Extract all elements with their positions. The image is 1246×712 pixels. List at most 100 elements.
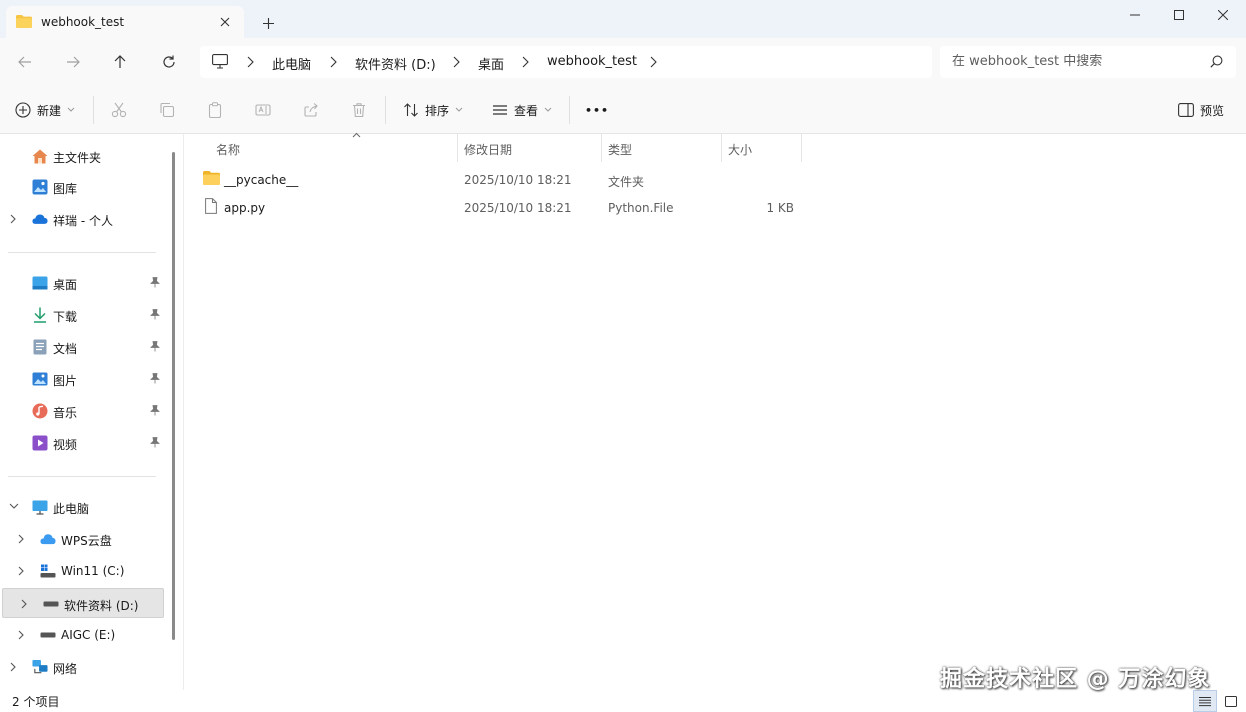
chevron-right-icon[interactable]: [245, 56, 255, 68]
toolbar-divider: [93, 96, 94, 124]
sidebar-item-network[interactable]: 网络: [0, 652, 170, 682]
sidebar-item-drive-e[interactable]: AIGC (E:): [0, 620, 170, 650]
sidebar-item-drive-c[interactable]: Win11 (C:): [0, 556, 170, 586]
sidebar-item-documents[interactable]: 文档: [0, 332, 170, 362]
new-button[interactable]: 新建: [15, 98, 75, 122]
pin-icon[interactable]: [150, 373, 160, 384]
pin-icon[interactable]: [150, 309, 160, 320]
forward-button[interactable]: [61, 51, 85, 73]
new-tab-button[interactable]: [258, 13, 278, 33]
item-count: 2 个项目: [12, 695, 60, 709]
address-bar[interactable]: 此电脑 软件资料 (D:) 桌面 webhook_test: [200, 46, 932, 78]
up-button[interactable]: [108, 51, 132, 73]
toolbar-divider: [385, 96, 386, 124]
chevron-right-icon[interactable]: [328, 56, 338, 68]
sidebar-item-videos[interactable]: 视频: [0, 428, 170, 458]
view-button[interactable]: 查看: [492, 98, 552, 122]
file-row[interactable]: __pycache__ 2025/10/10 18:21 文件夹: [195, 166, 805, 194]
tab-webhook-test[interactable]: webhook_test: [6, 6, 244, 38]
paste-button[interactable]: [207, 98, 223, 122]
column-header-label: 类型: [608, 143, 633, 157]
refresh-button[interactable]: [157, 51, 181, 73]
close-window-button[interactable]: [1200, 0, 1246, 30]
chevron-right-icon[interactable]: [451, 56, 461, 68]
sidebar-scrollbar[interactable]: [172, 152, 175, 640]
music-icon: [32, 403, 48, 419]
chevron-right-icon[interactable]: [21, 599, 28, 609]
arrow-right-icon: [67, 56, 80, 68]
gallery-icon: [32, 179, 48, 195]
sidebar-item-label: 祥瑞 - 个人: [53, 214, 113, 228]
breadcrumb-webhook-test[interactable]: webhook_test: [547, 54, 637, 69]
maximize-button[interactable]: [1156, 0, 1202, 30]
share-button[interactable]: [303, 98, 319, 122]
view-list-icon: [493, 105, 507, 115]
chevron-down-icon: [455, 107, 463, 112]
tiles-view-button[interactable]: [1219, 690, 1243, 712]
breadcrumb-drive-d[interactable]: 软件资料 (D:): [355, 54, 436, 73]
watermark: 掘金技术社区 @ 万涂幻象: [940, 667, 1211, 692]
copy-button[interactable]: [159, 98, 175, 122]
sort-button[interactable]: 排序: [403, 98, 463, 122]
back-button[interactable]: [13, 51, 37, 73]
share-icon: [304, 103, 318, 117]
sidebar-item-pictures[interactable]: 图片: [0, 364, 170, 394]
breadcrumb-desktop[interactable]: 桌面: [478, 54, 504, 73]
sidebar-item-wps-cloud[interactable]: WPS云盘: [0, 524, 170, 554]
pin-icon[interactable]: [150, 341, 160, 352]
tab-title: webhook_test: [41, 15, 125, 29]
desktop-icon: [32, 275, 48, 291]
cut-button[interactable]: [111, 98, 127, 122]
chevron-right-icon[interactable]: [648, 56, 658, 68]
sidebar-item-music[interactable]: 音乐: [0, 396, 170, 426]
column-header-size[interactable]: 大小: [721, 134, 801, 162]
sidebar-item-drive-d[interactable]: 软件资料 (D:): [2, 588, 164, 618]
breadcrumb-this-pc[interactable]: 此电脑: [272, 54, 311, 73]
search-icon[interactable]: [1210, 55, 1223, 71]
file-row[interactable]: app.py 2025/10/10 18:21 Python.File 1 KB: [195, 194, 805, 222]
arrow-left-icon: [18, 56, 31, 68]
search-input[interactable]: [952, 54, 1202, 69]
cloud-icon: [40, 531, 56, 547]
minimize-button[interactable]: [1112, 0, 1158, 30]
file-date: 2025/10/10 18:21: [464, 201, 572, 215]
pin-icon[interactable]: [150, 277, 160, 288]
chevron-right-icon[interactable]: [10, 214, 17, 224]
more-options-button[interactable]: •••: [585, 98, 609, 122]
sidebar-item-onedrive[interactable]: 祥瑞 - 个人: [0, 204, 170, 234]
chevron-right-icon[interactable]: [18, 566, 25, 576]
sidebar-item-label: 图库: [53, 182, 78, 196]
chevron-down-icon: [67, 107, 75, 112]
rename-button[interactable]: [255, 98, 271, 122]
search-box[interactable]: [940, 46, 1236, 78]
sidebar-item-downloads[interactable]: 下载: [0, 300, 170, 330]
column-divider[interactable]: [801, 134, 802, 162]
chevron-right-icon[interactable]: [520, 56, 530, 68]
sidebar-item-this-pc[interactable]: 此电脑: [0, 492, 170, 522]
sidebar-item-home[interactable]: 主文件夹: [0, 141, 170, 171]
delete-button[interactable]: [351, 98, 367, 122]
column-header-name[interactable]: 名称: [209, 132, 457, 162]
pin-icon[interactable]: [150, 405, 160, 416]
sidebar-item-label: AIGC (E:): [61, 628, 116, 642]
computer-icon[interactable]: [212, 54, 228, 72]
maximize-icon: [1174, 10, 1184, 20]
preview-button[interactable]: 预览: [1178, 98, 1224, 122]
column-header-type[interactable]: 类型: [601, 134, 721, 162]
chevron-right-icon[interactable]: [18, 630, 25, 640]
sidebar-item-gallery[interactable]: 图库: [0, 172, 170, 202]
chevron-right-icon[interactable]: [18, 534, 25, 544]
sort-button-label: 排序: [425, 103, 450, 118]
tiles-view-icon: [1225, 695, 1237, 707]
folder-icon: [16, 15, 32, 28]
chevron-down-icon[interactable]: [9, 503, 19, 510]
preview-pane-icon: [1178, 103, 1194, 117]
column-header-date[interactable]: 修改日期: [457, 134, 601, 162]
sidebar-item-desktop[interactable]: 桌面: [0, 268, 170, 298]
chevron-right-icon[interactable]: [10, 662, 17, 672]
minimize-icon: [1130, 14, 1140, 16]
tab-close-button[interactable]: [216, 13, 234, 31]
pin-icon[interactable]: [150, 437, 160, 448]
details-view-button[interactable]: [1193, 690, 1217, 712]
sidebar-item-label: 下载: [53, 310, 78, 324]
